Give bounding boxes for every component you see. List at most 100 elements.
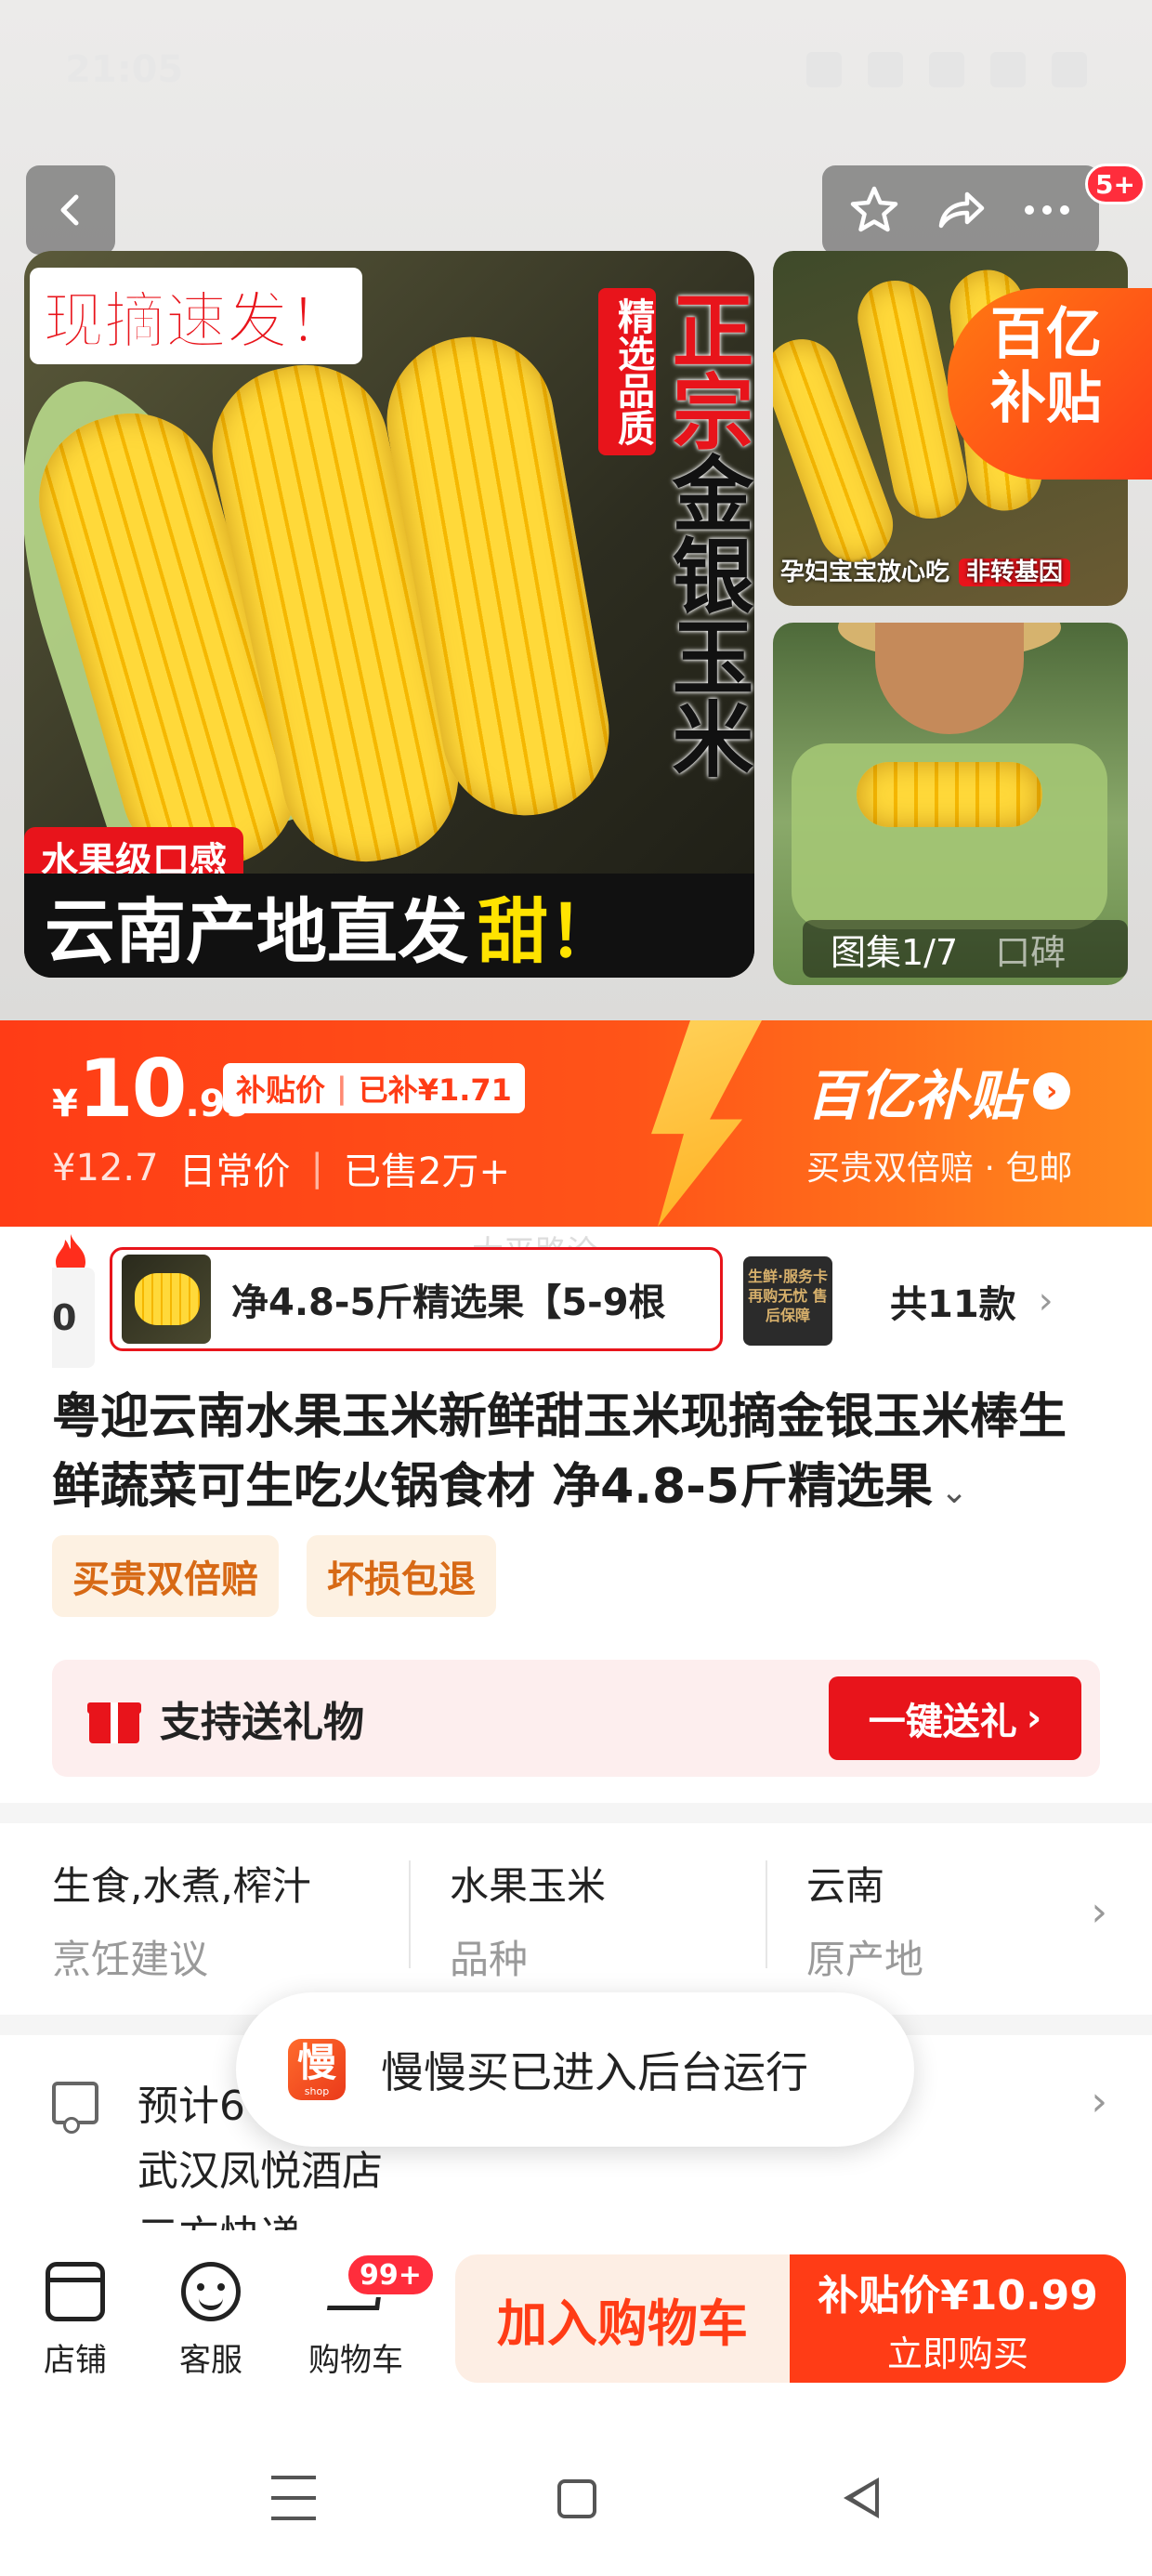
subsidy-brand-text: 百亿补贴 — [806, 1064, 1023, 1127]
cart-badge: 99+ — [346, 2253, 436, 2297]
price-band: ¥ 10 .99 补贴价 | 已补¥1.71 ¥12.7 日常价 | 已售2万+… — [0, 1020, 1152, 1227]
back-button[interactable] — [26, 165, 115, 255]
toast-text: 慢慢买已进入后台运行 — [381, 2047, 808, 2097]
buy-price: 补贴价¥10.99 — [818, 2271, 1098, 2320]
service-tag[interactable]: 坏损包退 — [307, 1535, 496, 1617]
current-price: ¥ 10 .99 — [52, 1043, 251, 1136]
photo-bottom-line: 云南产地直发 — [45, 890, 468, 973]
product-gallery[interactable]: 21:05 5+ 现摘速发！ 精选品质 正宗金银玉米 水果级口感 云南产地直发甜… — [0, 0, 1152, 1020]
main-product-photo[interactable]: 现摘速发！ 精选品质 正宗金银玉米 水果级口感 云南产地直发 甜！ — [24, 251, 754, 978]
chevron-right-icon: › — [1091, 1888, 1107, 1936]
variant-thumb — [122, 1255, 211, 1344]
send-gift-button[interactable]: 一键送礼 › — [829, 1676, 1081, 1760]
service-tag[interactable]: 买贵双倍赔 — [52, 1535, 279, 1617]
delivery-estimate: 预计6 — [137, 2083, 245, 2130]
signal-icon — [990, 52, 1026, 87]
original-price-label: 日常价 — [178, 1150, 291, 1193]
original-price: ¥12.7 — [52, 1147, 159, 1189]
app-logo-sub: shop — [304, 2084, 330, 2097]
chevron-right-icon: › — [1091, 2078, 1107, 2125]
attribute-origin: 云南 原产地 — [766, 1855, 1122, 1985]
chevron-right-icon: › — [1038, 1280, 1054, 1322]
store-icon — [46, 2262, 105, 2321]
message-badge: 5+ — [1085, 164, 1145, 204]
attribute-value: 生食,水煮,榨汁 — [52, 1863, 311, 1909]
moon-icon — [868, 52, 903, 87]
gallery-counter-reviews: 口碑 — [995, 931, 1067, 973]
app-logo-icon: 慢 shop — [288, 2039, 346, 2100]
gift-icon — [87, 1693, 141, 1743]
share-icon[interactable] — [934, 183, 988, 237]
system-navigation — [0, 2425, 1152, 2576]
buy-now-button[interactable]: 补贴价¥10.99 立即购买 — [790, 2254, 1126, 2383]
send-gift-label: 一键送礼 — [868, 1701, 1017, 1743]
variant-count[interactable]: 共11款 › — [890, 1256, 1054, 1346]
store-button[interactable]: 店铺 — [15, 2262, 136, 2380]
sold-count: 已售2万+ — [344, 1150, 510, 1193]
subsidy-brand[interactable]: 百亿补贴 › 买贵双倍赔 · 包邮 — [806, 1052, 1122, 1189]
corn-cob — [857, 762, 1042, 827]
variant-prev-stub[interactable]: 0 — [52, 1268, 95, 1368]
status-icons — [806, 52, 1087, 87]
attribute-value: 水果玉米 — [450, 1863, 607, 1909]
photo-vertical-title: 正宗金银玉米 — [659, 288, 754, 779]
home-icon[interactable] — [557, 2479, 596, 2518]
back-triangle-icon[interactable] — [844, 2477, 879, 2518]
subsidy-brand-title: 百亿补贴 › — [806, 1052, 1122, 1130]
thumb-caption: 孕妇宝宝放心吃 非转基因 — [780, 553, 1071, 587]
star-icon[interactable] — [847, 183, 901, 237]
product-attributes[interactable]: 生食,水煮,榨汁 烹饪建议 水果玉米 品种 云南 原产地 › — [0, 1829, 1152, 2011]
photo-headline: 现摘速发！ — [30, 268, 362, 364]
status-time: 21:05 — [65, 48, 184, 91]
subsidy-corner-badge: 百亿补贴 — [948, 288, 1152, 480]
add-to-cart-button[interactable]: 加入购物车 — [455, 2254, 790, 2383]
thumb-caption-pill: 非转基因 — [959, 559, 1071, 586]
background-toast: 慢 shop 慢慢买已进入后台运行 — [236, 1992, 914, 2147]
product-title[interactable]: 粤迎云南水果玉米新鲜甜玉米现摘金银玉米棒生鲜蔬菜可生吃火锅食材 净4.8-5斤精… — [52, 1383, 1102, 1523]
variant-option-selected[interactable]: 净4.8-5斤精选果【5-9根 — [110, 1247, 723, 1351]
gift-bar: 支持送礼物 一键送礼 › — [52, 1660, 1100, 1777]
price-subline: ¥12.7 日常价 | 已售2万+ — [52, 1141, 510, 1195]
photo-vertical-title-red: 正宗 — [659, 288, 754, 452]
product-title-text: 粤迎云南水果玉米新鲜甜玉米现摘金银玉米棒生鲜蔬菜可生吃火锅食材 净4.8-5斤精… — [52, 1389, 1067, 1516]
more-icon[interactable] — [1020, 183, 1074, 237]
gift-text: 支持送礼物 — [160, 1699, 364, 1746]
attribute-key: 烹饪建议 — [52, 1937, 209, 1982]
truck-icon — [52, 2082, 98, 2134]
pill-divider: | — [336, 1071, 347, 1106]
price-divider: | — [310, 1147, 323, 1189]
photo-bottom-band: 云南产地直发 甜！ — [24, 874, 754, 978]
top-action-group — [822, 165, 1099, 255]
subsidy-pill-left: 补贴价 — [236, 1072, 326, 1108]
subsidy-pill-right: 已补¥1.71 — [358, 1072, 512, 1108]
app-logo-glyph: 慢 — [296, 2039, 336, 2085]
buy-now-label: 立即购买 — [886, 2333, 1028, 2374]
chevron-left-icon — [60, 194, 79, 226]
menu-icon[interactable] — [271, 2476, 316, 2520]
gallery-counter-label: 图集1/7 — [831, 931, 959, 973]
attribute-variety: 水果玉米 品种 — [409, 1855, 766, 1985]
section-divider — [0, 1803, 1152, 1823]
photo-bottom-sweet: 甜！ — [478, 890, 619, 973]
gallery-counter[interactable]: 图集1/7 口碑 — [803, 920, 1128, 978]
attribute-value: 云南 — [806, 1863, 885, 1909]
subsidy-pill: 补贴价 | 已补¥1.71 — [223, 1063, 525, 1113]
store-label: 店铺 — [44, 2342, 107, 2379]
service-tags: 买贵双倍赔 坏损包退 — [52, 1535, 496, 1617]
attribute-cooking: 生食,水煮,榨汁 烹饪建议 — [52, 1855, 409, 1985]
farmer-face — [875, 623, 1024, 734]
battery-icon — [1052, 52, 1087, 87]
attribute-key: 品种 — [450, 1937, 529, 1982]
service-button[interactable]: 客服 — [151, 2262, 271, 2380]
variant-option-2[interactable]: 生鲜·服务卡 再购无忧 售后保障 — [743, 1256, 832, 1346]
bluetooth-icon — [806, 52, 842, 87]
variant-strip: 大平路沧 0 净4.8-5斤精选果【5-9根 生鲜·服务卡 再购无忧 售后保障 … — [0, 1227, 1152, 1368]
chevron-right-icon: › — [1026, 1697, 1042, 1740]
subsidy-brand-sub: 买贵双倍赔 · 包邮 — [806, 1150, 1073, 1188]
price-currency: ¥ — [52, 1083, 78, 1125]
lightning-decoration — [651, 1020, 762, 1227]
thumb-caption-text: 孕妇宝宝放心吃 — [780, 559, 950, 586]
chat-face-icon — [181, 2262, 241, 2321]
chevron-right-icon: › — [1033, 1072, 1071, 1110]
status-bar: 21:05 — [0, 0, 1152, 139]
